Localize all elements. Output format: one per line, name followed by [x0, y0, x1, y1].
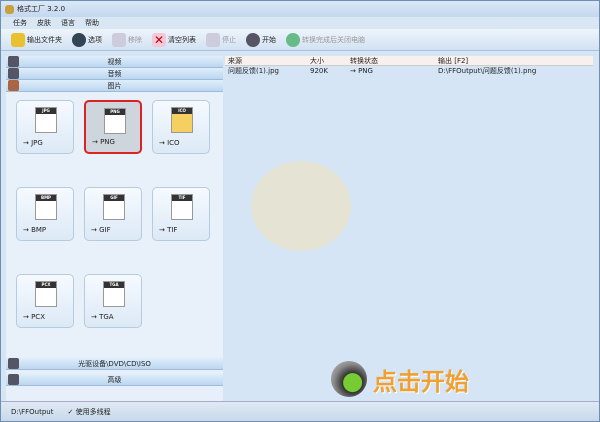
header-size[interactable]: 大小: [307, 56, 347, 65]
remove-icon: [112, 32, 126, 47]
shutdown-button[interactable]: 转换完成后关闭电脑: [286, 32, 365, 47]
multithread-option[interactable]: ✓ 使用多线程: [67, 407, 110, 417]
clear-icon: ✕: [152, 32, 166, 47]
table-header: 来源 大小 转换状态 输出 [F2]: [225, 56, 593, 66]
tile-gif[interactable]: GIF → GIF: [84, 187, 142, 241]
shutdown-label: 转换完成后关闭电脑: [302, 35, 365, 44]
output-folder-button[interactable]: 输出文件夹: [11, 32, 62, 47]
status-bar: D:\FFOutput ✓ 使用多线程: [1, 401, 599, 421]
badge: PCX: [36, 282, 56, 288]
gif-icon: GIF: [103, 194, 125, 220]
output-path[interactable]: D:\FFOutput: [11, 408, 53, 416]
start-label: 开始: [262, 35, 276, 44]
stop-button[interactable]: 停止: [206, 32, 236, 47]
title-bar: 格式工厂 3.2.0: [1, 1, 599, 17]
mascot-image: [251, 161, 351, 251]
cell-output: D:\FFOutput\问题反馈(1).png: [438, 67, 537, 75]
badge: GIF: [104, 195, 124, 201]
app-window: 格式工厂 3.2.0 任务 皮肤 语言 帮助 输出文件夹 选项 移除 ✕ 清空列表…: [0, 0, 600, 422]
image-format-grid: JPG → JPG PNG → PNG ICO → ICO BMP → BMP GIF →…: [6, 92, 223, 356]
pcx-icon: PCX: [35, 281, 57, 307]
toolbar: 输出文件夹 选项 移除 ✕ 清空列表 停止 开始 转换完成后关闭电脑: [1, 29, 599, 51]
header-source[interactable]: 来源: [225, 56, 307, 65]
header-output[interactable]: 输出 [F2]: [435, 56, 593, 65]
remove-label: 移除: [128, 35, 142, 44]
badge: JPG: [36, 108, 56, 114]
badge: PNG: [105, 109, 125, 115]
tile-bmp[interactable]: BMP → BMP: [16, 187, 74, 241]
tile-png[interactable]: PNG → PNG: [84, 100, 142, 154]
jpg-icon: JPG: [35, 107, 57, 133]
tile-ico[interactable]: ICO → ICO: [152, 100, 210, 154]
header-status[interactable]: 转换状态: [347, 56, 435, 65]
cell-source: 问题反馈(1).jpg: [228, 67, 279, 75]
category-label: 光驱设备\DVD\CD\ISO: [78, 359, 151, 368]
category-advanced[interactable]: 高级: [6, 374, 223, 386]
stop-icon: [206, 32, 220, 47]
tga-icon: TGA: [103, 281, 125, 307]
badge: BMP: [36, 195, 56, 201]
category-label: 高级: [107, 375, 122, 384]
options-icon: [72, 32, 86, 47]
badge: ICO: [172, 108, 192, 114]
tile-label: → TIF: [159, 226, 178, 234]
folder-icon: [11, 32, 25, 47]
clear-list-button[interactable]: ✕ 清空列表: [152, 32, 196, 47]
cell-status: → PNG: [350, 67, 373, 75]
tile-label: → ICO: [159, 139, 180, 147]
tif-icon: TIF: [171, 194, 193, 220]
options-button[interactable]: 选项: [72, 32, 102, 47]
output-folder-label: 输出文件夹: [27, 35, 62, 44]
tile-pcx[interactable]: PCX → PCX: [16, 274, 74, 328]
tile-label: → GIF: [91, 226, 111, 234]
table-row[interactable]: 问题反馈(1).jpg 920K → PNG D:\FFOutput\问题反馈(…: [225, 66, 593, 76]
category-video[interactable]: 视频: [6, 56, 223, 68]
menu-skin[interactable]: 皮肤: [37, 18, 51, 28]
window-title: 格式工厂 3.2.0: [17, 5, 66, 13]
category-rom[interactable]: 光驱设备\DVD\CD\ISO: [6, 358, 223, 370]
options-label: 选项: [88, 35, 102, 44]
bmp-icon: BMP: [35, 194, 57, 220]
sidebar: 视频 音频 图片 JPG → JPG PNG → PNG ICO → ICO BMP →…: [6, 56, 223, 401]
category-label: 音频: [107, 69, 122, 78]
category-label: 图片: [107, 81, 122, 90]
menu-task[interactable]: 任务: [13, 18, 27, 28]
tile-tif[interactable]: TIF → TIF: [152, 187, 210, 241]
tile-label: → TGA: [91, 313, 114, 321]
tile-label: → JPG: [23, 139, 43, 147]
click-start-button[interactable]: 点击开始: [331, 361, 469, 397]
start-icon: [246, 32, 260, 47]
tile-tga[interactable]: TGA → TGA: [84, 274, 142, 328]
badge: TIF: [172, 195, 192, 201]
category-image[interactable]: 图片: [6, 80, 223, 92]
start-text: 点击开始: [373, 367, 469, 396]
shutdown-icon: [286, 32, 300, 47]
cell-size: 920K: [310, 67, 328, 75]
tile-label: → PNG: [92, 138, 115, 146]
app-logo-icon: [5, 4, 14, 14]
start-ball-icon: [331, 361, 367, 397]
tile-label: → PCX: [23, 313, 45, 321]
clear-label: 清空列表: [168, 35, 196, 44]
menu-bar: 任务 皮肤 语言 帮助: [1, 17, 599, 29]
menu-help[interactable]: 帮助: [85, 18, 99, 28]
tile-label: → BMP: [23, 226, 47, 234]
ico-icon: ICO: [171, 107, 193, 133]
tile-jpg[interactable]: JPG → JPG: [16, 100, 74, 154]
category-label: 视频: [107, 57, 122, 66]
start-button[interactable]: 开始: [246, 32, 276, 47]
category-audio[interactable]: 音频: [6, 68, 223, 80]
png-icon: PNG: [104, 108, 126, 134]
badge: TGA: [104, 282, 124, 288]
multithread-label: 使用多线程: [75, 407, 111, 416]
remove-button[interactable]: 移除: [112, 32, 142, 47]
stop-label: 停止: [222, 35, 236, 44]
menu-language[interactable]: 语言: [61, 18, 75, 28]
